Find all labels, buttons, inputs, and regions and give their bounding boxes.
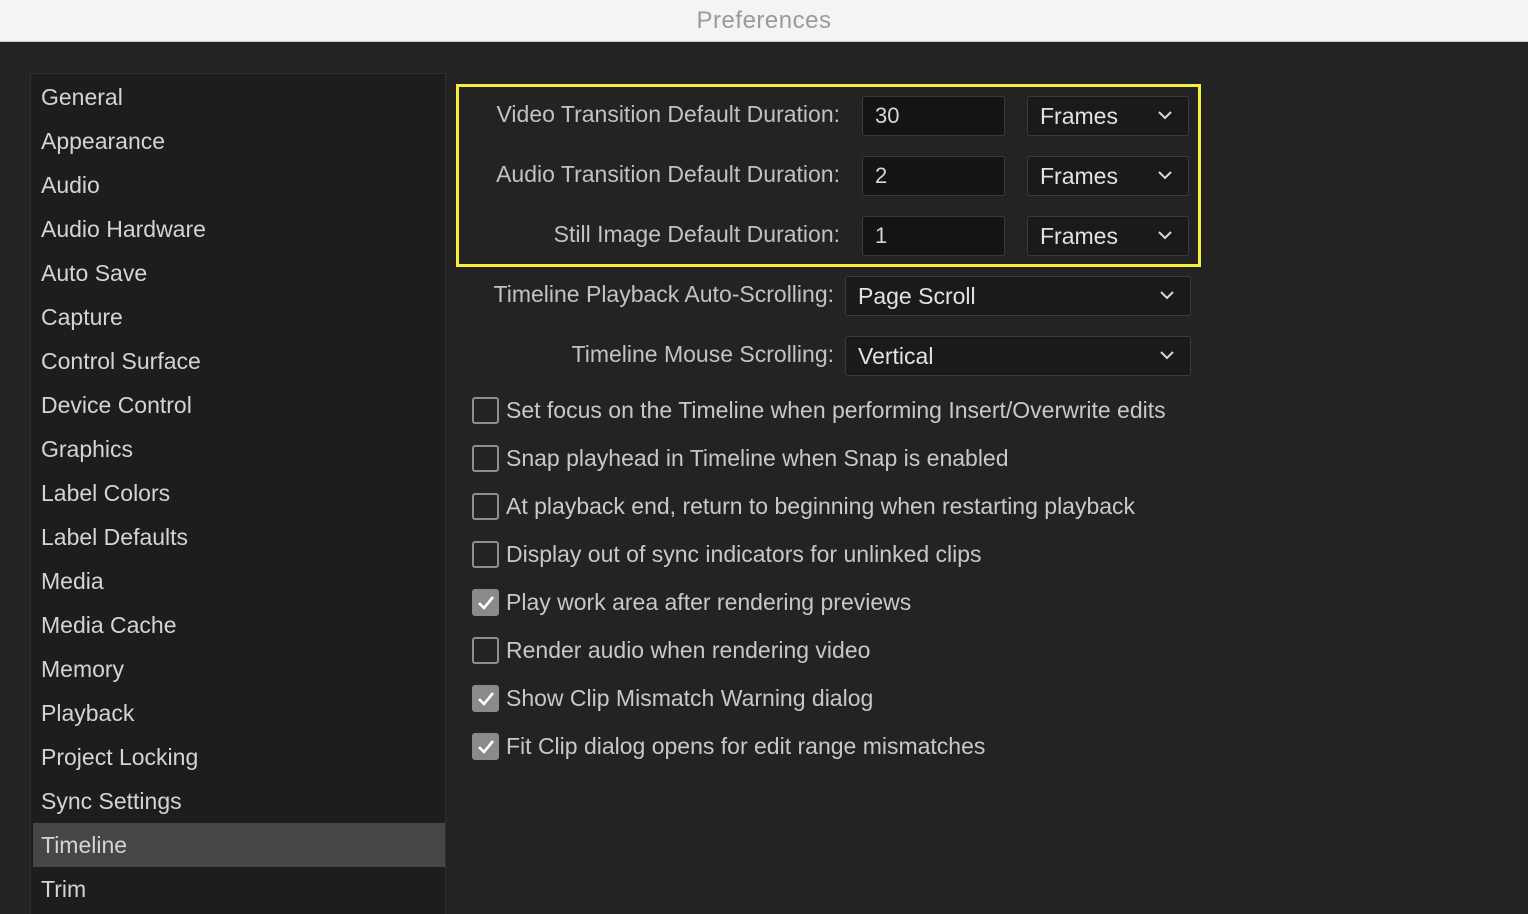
checkmark-icon [478, 691, 495, 706]
sidebar-item-graphics[interactable]: Graphics [33, 427, 445, 471]
audio-transition-unit-dropdown[interactable]: Frames [1027, 156, 1189, 196]
render-audio-checkbox[interactable] [472, 636, 499, 664]
checkmark-icon [478, 739, 495, 754]
playback-scrolling-dropdown[interactable]: Page Scroll [845, 276, 1191, 316]
mouse-scrolling-dropdown[interactable]: Vertical [845, 336, 1191, 376]
snap-playhead-label: Snap playhead in Timeline when Snap is e… [506, 444, 1009, 471]
return-to-beginning-label: At playback end, return to beginning whe… [506, 492, 1136, 519]
audio-transition-unit-value: Frames [1040, 163, 1118, 189]
render-audio-label: Render audio when rendering video [506, 636, 871, 663]
chevron-down-icon [1160, 291, 1174, 300]
snap-playhead-checkbox[interactable] [472, 444, 499, 472]
still-image-label: Still Image Default Duration: [553, 221, 840, 247]
sidebar-item-memory[interactable]: Memory [33, 647, 445, 691]
clip-mismatch-label: Show Clip Mismatch Warning dialog [506, 684, 874, 711]
sidebar-item-playback[interactable]: Playback [33, 691, 445, 735]
title-bar: Preferences [0, 0, 1528, 42]
play-work-area-checkbox[interactable] [472, 588, 499, 616]
playback-scrolling-value: Page Scroll [858, 283, 976, 309]
still-image-unit-value: Frames [1040, 223, 1118, 249]
option-render-audio[interactable]: Render audio when rendering video [472, 635, 870, 665]
mouse-scrolling-label: Timeline Mouse Scrolling: [571, 341, 834, 367]
sidebar-item-timeline[interactable]: Timeline [33, 823, 445, 867]
preferences-sidebar: General Appearance Audio Audio Hardware … [30, 73, 446, 914]
sidebar-item-media[interactable]: Media [33, 559, 445, 603]
audio-transition-label: Audio Transition Default Duration: [496, 161, 840, 187]
option-fit-clip-dialog[interactable]: Fit Clip dialog opens for edit range mis… [472, 731, 985, 761]
out-of-sync-label: Display out of sync indicators for unlin… [506, 540, 982, 567]
sidebar-item-capture[interactable]: Capture [33, 295, 445, 339]
video-transition-label: Video Transition Default Duration: [496, 101, 841, 127]
chevron-down-icon [1158, 111, 1172, 120]
sidebar-item-control-surface[interactable]: Control Surface [33, 339, 445, 383]
chevron-down-icon [1158, 171, 1172, 180]
option-return-to-beginning[interactable]: At playback end, return to beginning whe… [472, 491, 1135, 521]
video-transition-unit-value: Frames [1040, 103, 1118, 129]
sidebar-item-trim[interactable]: Trim [33, 867, 445, 911]
sidebar-item-label-colors[interactable]: Label Colors [33, 471, 445, 515]
checkmark-icon [478, 595, 495, 610]
sidebar-item-general[interactable]: General [33, 75, 445, 119]
sidebar-item-appearance[interactable]: Appearance [33, 119, 445, 163]
sidebar-item-device-control[interactable]: Device Control [33, 383, 445, 427]
play-work-area-label: Play work area after rendering previews [506, 588, 912, 615]
option-play-work-area[interactable]: Play work area after rendering previews [472, 587, 911, 617]
fit-clip-label: Fit Clip dialog opens for edit range mis… [506, 732, 986, 759]
return-to-beginning-checkbox[interactable] [472, 492, 499, 520]
set-focus-label: Set focus on the Timeline when performin… [506, 396, 1166, 423]
sidebar-item-label-defaults[interactable]: Label Defaults [33, 515, 445, 559]
sidebar-item-sync-settings[interactable]: Sync Settings [33, 779, 445, 823]
clip-mismatch-checkbox[interactable] [472, 684, 499, 712]
set-focus-checkbox[interactable] [472, 396, 499, 424]
option-set-focus[interactable]: Set focus on the Timeline when performin… [472, 395, 1166, 425]
still-image-input[interactable]: 1 [862, 216, 1005, 256]
option-snap-playhead[interactable]: Snap playhead in Timeline when Snap is e… [472, 443, 1009, 473]
chevron-down-icon [1158, 231, 1172, 240]
sidebar-item-project-locking[interactable]: Project Locking [33, 735, 445, 779]
window-title: Preferences [696, 6, 832, 34]
fit-clip-checkbox[interactable] [472, 732, 499, 760]
out-of-sync-checkbox[interactable] [472, 540, 499, 568]
mouse-scrolling-value: Vertical [858, 343, 934, 369]
option-clip-mismatch-warning[interactable]: Show Clip Mismatch Warning dialog [472, 683, 873, 713]
still-image-unit-dropdown[interactable]: Frames [1027, 216, 1189, 256]
sidebar-item-media-cache[interactable]: Media Cache [33, 603, 445, 647]
video-transition-input[interactable]: 30 [862, 96, 1005, 136]
video-transition-unit-dropdown[interactable]: Frames [1027, 96, 1189, 136]
playback-scrolling-label: Timeline Playback Auto-Scrolling: [493, 281, 834, 307]
sidebar-item-audio-hardware[interactable]: Audio Hardware [33, 207, 445, 251]
chevron-down-icon [1160, 351, 1174, 360]
option-out-of-sync[interactable]: Display out of sync indicators for unlin… [472, 539, 982, 569]
sidebar-item-audio[interactable]: Audio [33, 163, 445, 207]
audio-transition-input[interactable]: 2 [862, 156, 1005, 196]
sidebar-item-auto-save[interactable]: Auto Save [33, 251, 445, 295]
